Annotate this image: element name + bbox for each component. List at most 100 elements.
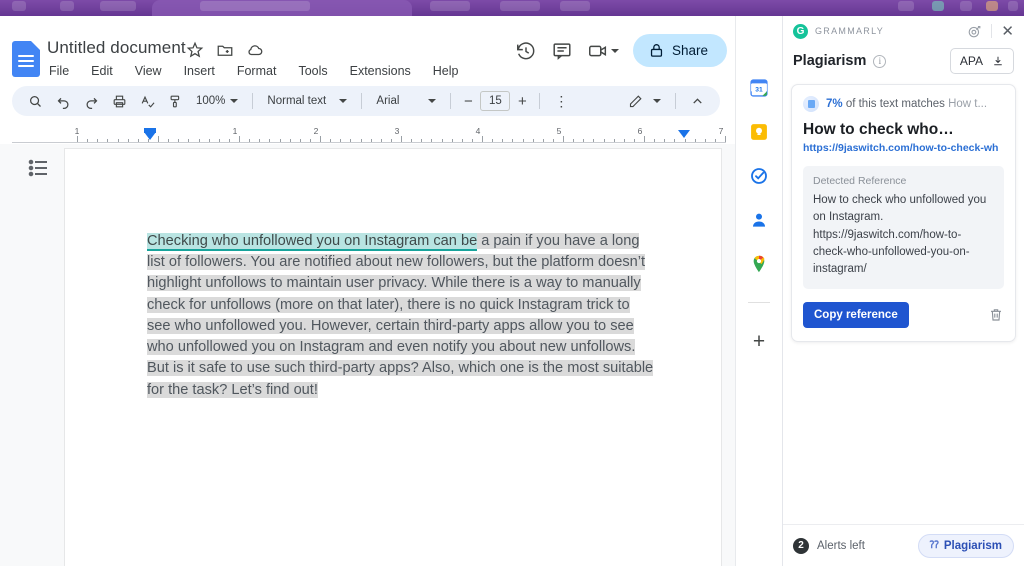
ruler-tick	[593, 139, 595, 142]
goals-target-icon[interactable]	[967, 24, 982, 39]
google-docs-icon[interactable]	[12, 41, 40, 77]
right-indent-marker[interactable]	[678, 130, 690, 138]
ruler-number: 4	[475, 126, 481, 136]
ruler-tick	[147, 139, 149, 142]
ruler-tick	[249, 139, 251, 142]
chrome-ghost-tab	[500, 1, 540, 11]
menu-item-format[interactable]: Format	[233, 62, 281, 80]
trash-icon[interactable]	[988, 307, 1004, 323]
ruler-tick	[704, 139, 706, 142]
collapse-toolbar-icon[interactable]	[684, 89, 710, 113]
ruler-tick	[725, 136, 726, 142]
edit-mode-pen-icon[interactable]	[622, 89, 648, 113]
google-calendar-icon[interactable]: 31	[749, 78, 769, 98]
chrome-ghost-icon	[960, 1, 972, 11]
chrome-ghost-icon	[12, 1, 26, 11]
ruler-number: 3	[394, 126, 400, 136]
menu-item-help[interactable]: Help	[429, 62, 463, 80]
ruler-tick	[97, 139, 99, 142]
print-icon[interactable]	[106, 89, 132, 113]
zoom-dropdown[interactable]: 100%	[190, 92, 244, 110]
ruler-tick	[482, 136, 483, 142]
ruler-tick	[573, 139, 575, 142]
plagiarism-toggle-label: Plagiarism	[943, 539, 1002, 552]
add-addon-button[interactable]: +	[753, 331, 765, 352]
google-contacts-icon[interactable]	[749, 210, 769, 230]
docs-header: Untitled document File Edit View Insert …	[0, 16, 782, 78]
panel-top-actions: ✕	[967, 24, 1014, 39]
detected-reference-text[interactable]: How to check who unfollowed you on Insta…	[813, 192, 994, 278]
info-icon[interactable]: i	[873, 54, 887, 68]
comment-icon[interactable]	[551, 40, 573, 62]
cloud-saved-icon[interactable]	[246, 41, 264, 59]
match-summary-row: 7% of this text matches How t...	[803, 96, 1004, 112]
font-size-decrease-button[interactable]: −	[459, 91, 477, 111]
share-button[interactable]: Share	[632, 34, 727, 67]
redo-icon[interactable]	[78, 89, 104, 113]
ruler-tick	[380, 139, 382, 142]
copy-reference-button[interactable]: Copy reference	[803, 302, 909, 329]
editing-mode-dropdown[interactable]	[616, 86, 667, 116]
plagiarism-result-card[interactable]: 7% of this text matches How t... How to …	[791, 84, 1016, 343]
plagiarism-icon: ⁇	[929, 540, 939, 551]
ruler-tick	[654, 139, 656, 142]
chevron-down-icon[interactable]	[610, 48, 619, 53]
menu-item-edit[interactable]: Edit	[87, 62, 117, 80]
close-icon[interactable]: ✕	[1001, 24, 1014, 39]
ruler[interactable]: 1 1 2 3 4 5 6 7	[12, 124, 737, 143]
menu-item-tools[interactable]: Tools	[294, 62, 331, 80]
video-call-button[interactable]	[587, 40, 619, 62]
document-title[interactable]: Untitled document	[47, 38, 186, 58]
first-line-indent-marker[interactable]	[144, 132, 156, 140]
document-outline-icon[interactable]	[27, 156, 51, 180]
plagiarism-match-text[interactable]: Checking who unfollowed you on Instagram…	[147, 233, 478, 251]
menu-bar: File Edit View Insert Format Tools Exten…	[45, 62, 463, 80]
plagiarism-toggle-button[interactable]: ⁇ Plagiarism	[917, 533, 1014, 558]
toolbar-right-group	[616, 86, 710, 116]
ruler-tick	[471, 139, 473, 142]
ruler-tick	[228, 139, 230, 142]
zoom-value: 100%	[196, 95, 226, 107]
ruler-tick	[107, 139, 109, 142]
ruler-tick	[542, 139, 544, 142]
google-maps-icon[interactable]	[749, 254, 769, 274]
google-workspace-side-rail: 31 +	[735, 16, 782, 566]
document-paragraph[interactable]: Checking who unfollowed you on Instagram…	[147, 231, 657, 401]
card-actions: Copy reference	[803, 302, 1004, 329]
ruler-tick	[583, 139, 585, 142]
move-to-folder-icon[interactable]	[216, 41, 234, 59]
citation-style-button[interactable]: APA	[949, 48, 1014, 74]
font-size-increase-button[interactable]: +	[513, 91, 531, 111]
font-size-input[interactable]: 15	[480, 91, 511, 111]
star-icon[interactable]	[186, 41, 204, 59]
svg-text:31: 31	[755, 86, 763, 93]
grammarly-panel-footer: 2 Alerts left ⁇ Plagiarism	[783, 524, 1024, 566]
google-keep-icon[interactable]	[749, 122, 769, 142]
match-percent: 7%	[826, 98, 843, 110]
menu-item-extensions[interactable]: Extensions	[346, 62, 415, 80]
document-page[interactable]: Checking who unfollowed you on Instagram…	[64, 148, 722, 566]
ruler-tick	[117, 139, 119, 142]
video-call-icon[interactable]	[587, 40, 609, 62]
paragraph-style-dropdown[interactable]: Normal text	[261, 92, 353, 110]
search-icon[interactable]	[22, 89, 48, 113]
google-tasks-icon[interactable]	[749, 166, 769, 186]
share-label: Share	[671, 43, 708, 58]
menu-item-insert[interactable]: Insert	[180, 62, 219, 80]
version-history-icon[interactable]	[515, 40, 537, 62]
paint-format-icon[interactable]	[162, 89, 188, 113]
undo-icon[interactable]	[50, 89, 76, 113]
menu-item-view[interactable]: View	[131, 62, 166, 80]
spellcheck-icon[interactable]	[134, 89, 160, 113]
ruler-tick	[168, 139, 170, 142]
ruler-baseline	[12, 142, 726, 143]
formatting-toolbar: 100% Normal text Arial − 15 + ⋮	[12, 86, 720, 116]
menu-item-file[interactable]: File	[45, 62, 73, 80]
more-options-icon[interactable]: ⋮	[548, 89, 574, 113]
source-url-link[interactable]: https://9jaswitch.com/how-to-check-wh	[803, 142, 1004, 154]
ruler-tick	[188, 139, 190, 142]
font-family-dropdown[interactable]: Arial	[370, 92, 442, 110]
browser-chrome	[0, 0, 1024, 16]
alerts-count-badge: 2	[793, 537, 809, 554]
ruler-number: 7	[718, 126, 724, 136]
